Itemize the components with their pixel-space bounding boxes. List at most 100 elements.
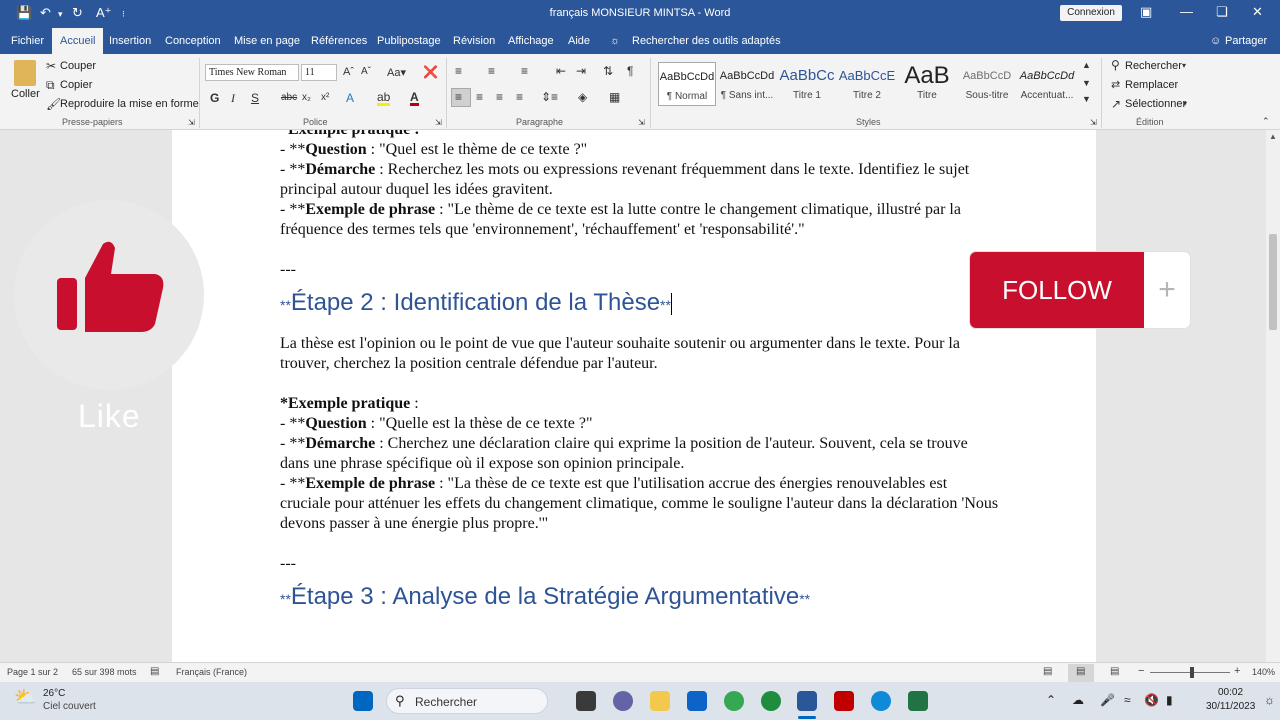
paste-button[interactable]: Coller [11, 88, 40, 100]
weather-text[interactable]: Ciel couvert [43, 701, 96, 712]
align-center-icon[interactable]: ≡ [476, 90, 483, 104]
tab-revision[interactable]: Révision [453, 28, 495, 54]
vertical-scrollbar[interactable]: ▲ [1266, 130, 1280, 662]
italic-icon[interactable]: I [231, 91, 235, 106]
strikethrough-icon[interactable]: abc [281, 92, 297, 103]
clipboard-launcher-icon[interactable]: ⇲ [188, 118, 195, 127]
tab-aide[interactable]: Aide [568, 28, 590, 54]
close-icon[interactable]: ✕ [1252, 4, 1263, 20]
connexion-button[interactable]: Connexion [1060, 5, 1122, 21]
increase-indent-icon[interactable]: ⇥ [576, 64, 586, 78]
word-icon[interactable] [797, 691, 817, 711]
tab-fichier[interactable]: Fichier [11, 28, 44, 54]
align-right-icon[interactable]: ≡ [496, 90, 503, 104]
excel-icon[interactable] [908, 691, 928, 711]
styles-scroll-down-icon[interactable]: ▼ [1082, 78, 1091, 88]
justify-icon[interactable]: ≡ [516, 90, 523, 104]
tab-affichage[interactable]: Affichage [508, 28, 554, 54]
grow-font-icon[interactable]: Aˆ [343, 66, 354, 78]
minimize-icon[interactable]: — [1180, 4, 1193, 19]
paste-icon[interactable] [14, 60, 36, 86]
font-launcher-icon[interactable]: ⇲ [435, 118, 442, 127]
zoom-level[interactable]: 140% [1252, 667, 1275, 677]
styles-more-icon[interactable]: ▼ [1082, 94, 1091, 104]
battery-icon[interactable]: ▮ [1166, 693, 1173, 707]
language-status[interactable]: Français (France) [176, 667, 247, 677]
file-explorer-icon[interactable] [650, 691, 670, 711]
share-button[interactable]: Partager [1225, 28, 1267, 54]
maximize-icon[interactable]: ❏ [1216, 4, 1228, 20]
style-subtitle[interactable]: AaBbCcD Sous-titre [958, 62, 1016, 106]
page-count[interactable]: Page 1 sur 2 [7, 667, 58, 677]
follow-button[interactable]: FOLLOW + [970, 252, 1190, 328]
cloud-icon[interactable]: ☁ [1072, 693, 1084, 707]
scrollbar-thumb[interactable] [1269, 234, 1277, 330]
copy-button[interactable]: Copier [60, 79, 92, 91]
underline-icon[interactable]: S [251, 91, 259, 105]
cut-button[interactable]: Couper [60, 60, 96, 72]
select-icon[interactable]: ↗ [1111, 97, 1121, 111]
ribbon-display-icon[interactable]: ▣ [1140, 4, 1152, 20]
clock-date[interactable]: 30/11/2023 [1206, 701, 1255, 712]
zoom-in-icon[interactable]: + [1234, 665, 1240, 677]
recorder-icon[interactable] [834, 691, 854, 711]
tab-mise-en-page[interactable]: Mise en page [234, 28, 300, 54]
paragraph-launcher-icon[interactable]: ⇲ [638, 118, 645, 127]
styles-launcher-icon[interactable]: ⇲ [1090, 118, 1097, 127]
shading-icon[interactable]: ◈ [578, 90, 587, 104]
style-title[interactable]: AaB Titre [898, 62, 956, 106]
zoom-out-icon[interactable]: − [1138, 665, 1144, 677]
clock-time[interactable]: 00:02 [1218, 687, 1243, 698]
chevron-down-icon[interactable]: ▾ [1183, 99, 1187, 108]
chevron-up-icon[interactable]: ⌃ [1046, 693, 1056, 707]
store-icon[interactable] [687, 691, 707, 711]
tab-references[interactable]: Références [311, 28, 367, 54]
chrome-profile-icon[interactable] [761, 691, 781, 711]
borders-icon[interactable]: ▦ [609, 90, 620, 104]
show-formatting-icon[interactable]: ¶ [627, 64, 633, 78]
tell-me-search[interactable]: Rechercher des outils adaptés [632, 28, 781, 54]
align-left-icon[interactable]: ≡ [455, 90, 462, 104]
task-view-icon[interactable] [576, 691, 596, 711]
format-painter-icon[interactable]: 🖌 [46, 97, 61, 111]
proofing-icon[interactable]: ▤ [150, 666, 159, 677]
zoom-slider-thumb[interactable] [1190, 667, 1194, 678]
line-spacing-icon[interactable]: ⇕≡ [541, 90, 558, 104]
search-icon[interactable]: ⚲ [1111, 58, 1120, 72]
change-case-icon[interactable]: Aa▾ [387, 66, 406, 79]
tab-conception[interactable]: Conception [165, 28, 221, 54]
shrink-font-icon[interactable]: Aˇ [361, 66, 371, 77]
taskbar-search[interactable]: ⚲ Rechercher [386, 688, 548, 714]
share-icon[interactable]: ☺ [1210, 28, 1221, 54]
word-count[interactable]: 65 sur 398 mots [72, 667, 137, 677]
tab-insertion[interactable]: Insertion [109, 28, 151, 54]
scroll-up-icon[interactable]: ▲ [1269, 132, 1277, 141]
chevron-down-icon[interactable]: ▾ [1182, 61, 1186, 70]
copy-icon[interactable]: ⧉ [46, 78, 55, 93]
temperature[interactable]: 26°C [43, 688, 65, 699]
subscript-icon[interactable]: x₂ [302, 92, 311, 103]
microphone-icon[interactable]: 🎤 [1100, 693, 1115, 707]
wifi-icon[interactable]: ≈ [1124, 693, 1131, 707]
superscript-icon[interactable]: x² [321, 92, 329, 103]
start-icon[interactable] [353, 691, 373, 711]
sort-icon[interactable]: ⇅ [603, 64, 613, 78]
replace-icon[interactable]: ⇄ [1111, 78, 1120, 91]
font-color-icon[interactable]: A [410, 91, 419, 106]
select-button[interactable]: Sélectionner [1125, 98, 1186, 110]
volume-muted-icon[interactable]: 🔇 [1144, 693, 1159, 707]
document-page[interactable]: *Exemple pratique : - **Question : "Quel… [172, 130, 1096, 662]
bullets-icon[interactable]: ≡ [455, 64, 462, 78]
multilevel-list-icon[interactable]: ≡ [521, 64, 528, 78]
notifications-icon[interactable]: ☼ [1264, 693, 1275, 707]
font-name-select[interactable]: Times New Roman [205, 64, 299, 81]
text-effects-icon[interactable]: A [346, 91, 354, 105]
edge-icon[interactable] [871, 691, 891, 711]
cut-icon[interactable]: ✂ [46, 59, 56, 73]
numbering-icon[interactable]: ≡ [488, 64, 495, 78]
teams-icon[interactable] [613, 691, 633, 711]
tab-accueil[interactable]: Accueil [52, 28, 104, 54]
collapse-ribbon-icon[interactable]: ⌃ [1262, 116, 1270, 127]
font-size-select[interactable]: 11 [301, 64, 337, 81]
style-heading-1[interactable]: AaBbCc Titre 1 [778, 62, 836, 106]
